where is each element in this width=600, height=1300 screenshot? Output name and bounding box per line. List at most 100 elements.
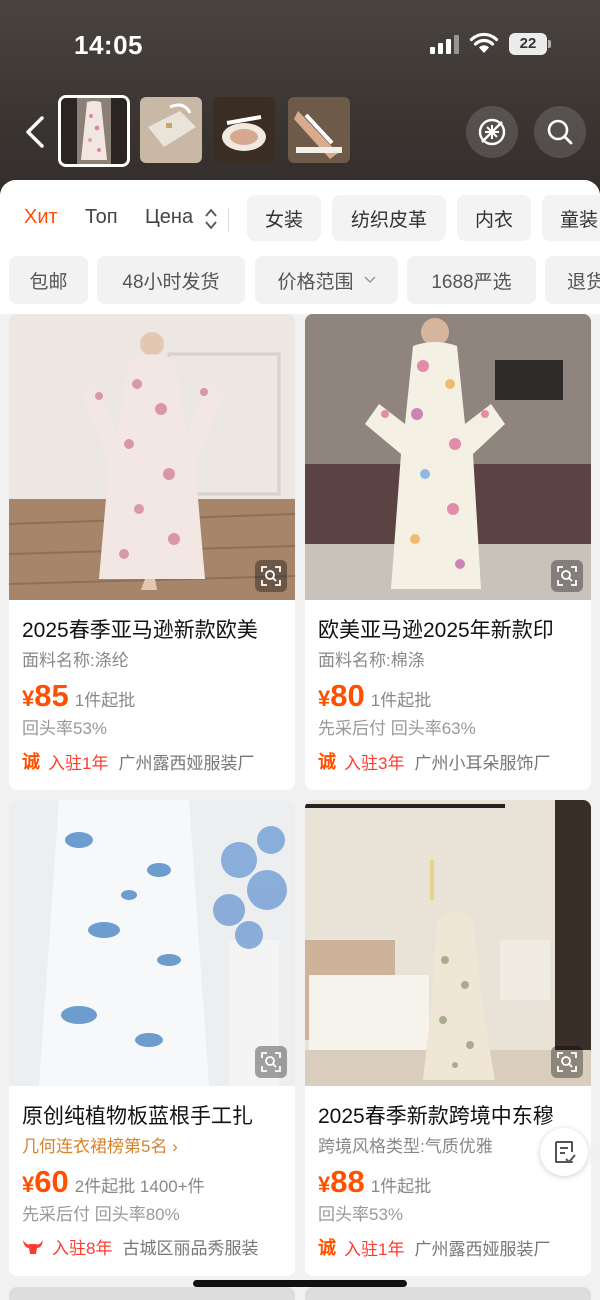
bull-icon [23, 1239, 43, 1254]
product-tags: 先采后付 回头率63% [318, 719, 476, 738]
thumbnail-3[interactable] [213, 97, 275, 163]
filter-price-range[interactable]: 价格范围 [255, 256, 398, 304]
dress-photo-icon [305, 800, 591, 1086]
dress-photo-icon [305, 314, 591, 600]
battery-indicator: 22 [509, 33, 547, 55]
product-photo-icon [61, 98, 127, 164]
product-attribute: 面料名称:棉涤 [318, 651, 425, 670]
feedback-icon [555, 1141, 576, 1164]
next-card-peek [305, 1287, 591, 1300]
filter-chip[interactable]: 退货 [545, 256, 600, 304]
price: ¥88 1件起批 [318, 1164, 431, 1200]
no-image-button[interactable] [466, 106, 518, 158]
currency: ¥ [318, 686, 331, 711]
product-image[interactable] [9, 800, 295, 1086]
min-order: 1件起批 [74, 691, 136, 710]
category-chip[interactable]: 女装 [247, 195, 321, 241]
product-card[interactable]: 原创纯植物板蓝根手工扎 几何连衣裙榜第5名 › ¥60 2件起批 1400+件 先… [9, 800, 295, 1276]
image-search-button[interactable] [255, 560, 287, 592]
product-photo-icon [213, 97, 275, 163]
price-value: 85 [34, 678, 69, 713]
sort-hit[interactable]: Хит [24, 206, 58, 229]
home-indicator[interactable] [193, 1280, 407, 1287]
seller-years: 入驻1年 [344, 1239, 405, 1259]
battery-tip [548, 40, 551, 48]
image-search-icon [557, 1052, 577, 1072]
thumbnail-4[interactable] [288, 97, 350, 163]
search-icon [547, 119, 573, 145]
min-order: 2件起批 1400+件 [74, 1177, 205, 1196]
ranking-link[interactable]: 几何连衣裙榜第5名 › [22, 1132, 178, 1157]
product-image[interactable] [305, 314, 591, 600]
seller-years: 入驻1年 [48, 753, 109, 773]
chevron-down-icon [363, 276, 376, 284]
product-attribute: 跨境风格类型:气质优雅 [318, 1137, 493, 1156]
product-tags: 回头率53% [318, 1205, 404, 1224]
back-icon[interactable] [18, 112, 52, 152]
price-value: 60 [34, 1164, 69, 1199]
results-panel: Хит Топ Цена 女装 纺织皮革 内衣 童装 包邮 48小时发货 价格范… [0, 180, 600, 1300]
min-order: 1件起批 [370, 1177, 432, 1196]
price-value: 80 [330, 678, 365, 713]
shop-name: 古城区丽品秀服装 [122, 1239, 259, 1258]
shop-name: 广州露西娅服装厂 [118, 753, 255, 773]
seller-info[interactable]: 诚 入驻1年 广州露西娅服装厂 [318, 1234, 550, 1260]
shop-name: 广州小耳朵服饰厂 [414, 753, 551, 773]
integrity-badge: 诚 [318, 1238, 336, 1258]
shop-name: 广州露西娅服装厂 [414, 1239, 551, 1259]
product-card[interactable]: 2025春季新款跨境中东穆 跨境风格类型:气质优雅 ¥88 1件起批 回头率53%… [305, 800, 591, 1276]
next-card-peek [9, 1287, 295, 1300]
category-chip[interactable]: 童装 [542, 195, 600, 241]
signal-icon [430, 34, 462, 54]
filter-chip[interactable]: 48小时发货 [97, 256, 245, 304]
sort-bar: Хит Топ Цена 女装 纺织皮革 内衣 童装 [0, 180, 600, 256]
currency: ¥ [318, 1172, 331, 1197]
product-card[interactable]: 欧美亚马逊2025年新款印 面料名称:棉涤 ¥80 1件起批 先采后付 回头率63… [305, 314, 591, 790]
currency: ¥ [22, 1172, 35, 1197]
product-image[interactable] [9, 314, 295, 600]
product-photo-icon [288, 97, 350, 163]
seller-info[interactable]: 诚 入驻1年 广州露西娅服装厂 [22, 748, 254, 774]
filter-chip-label: 价格范围 [277, 271, 354, 293]
divider [228, 208, 229, 232]
status-time: 14:05 [74, 30, 143, 60]
product-title: 2025春季亚马逊新款欧美 [22, 619, 258, 642]
header: 14:05 22 [0, 0, 600, 200]
image-search-button[interactable] [255, 1046, 287, 1078]
product-card[interactable]: 2025春季亚马逊新款欧美 面料名称:涤纶 ¥85 1件起批 回头率53% 诚 入… [9, 314, 295, 790]
thumbnail-2[interactable] [140, 97, 202, 163]
thumbnail-1[interactable] [58, 95, 130, 167]
image-search-button[interactable] [551, 1046, 583, 1078]
product-image[interactable] [305, 800, 591, 1086]
price: ¥85 1件起批 [22, 678, 135, 714]
filter-chip[interactable]: 1688严选 [407, 256, 536, 304]
category-chip[interactable]: 内衣 [457, 195, 531, 241]
price: ¥60 2件起批 1400+件 [22, 1164, 205, 1200]
sort-price[interactable]: Цена [145, 206, 193, 229]
filter-bar: 包邮 48小时发货 价格范围 1688严选 退货 [0, 256, 600, 314]
dress-photo-icon [9, 314, 295, 600]
feedback-button[interactable] [540, 1128, 588, 1176]
product-title: 欧美亚马逊2025年新款印 [318, 619, 554, 642]
sort-top[interactable]: Топ [85, 206, 118, 229]
sort-arrows-icon [205, 208, 217, 230]
price-value: 88 [330, 1164, 365, 1199]
image-search-icon [557, 566, 577, 586]
no-image-icon [478, 118, 506, 146]
seller-years: 入驻3年 [344, 753, 405, 773]
image-search-icon [261, 1052, 281, 1072]
filter-chip[interactable]: 包邮 [9, 256, 88, 304]
wifi-icon [469, 32, 499, 53]
product-title: 原创纯植物板蓝根手工扎 [22, 1105, 253, 1128]
search-button[interactable] [534, 106, 586, 158]
image-search-icon [261, 566, 281, 586]
seller-info[interactable]: 诚 入驻3年 广州小耳朵服饰厂 [318, 748, 550, 774]
integrity-badge: 诚 [318, 752, 336, 772]
product-tags: 先采后付 回头率80% [22, 1205, 180, 1224]
integrity-badge: 诚 [22, 752, 40, 772]
seller-years: 入驻8年 [52, 1239, 113, 1258]
seller-info[interactable]: 入驻8年 古城区丽品秀服装 [22, 1234, 258, 1259]
image-search-button[interactable] [551, 560, 583, 592]
currency: ¥ [22, 686, 35, 711]
category-chip[interactable]: 纺织皮革 [332, 195, 446, 241]
